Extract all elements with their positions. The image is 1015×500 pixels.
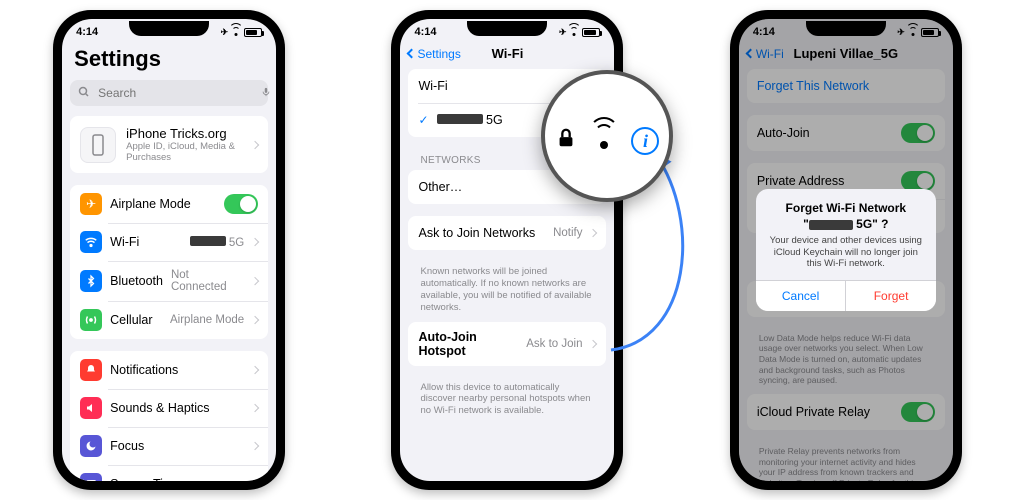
- footer-hotspot: Allow this device to automatically disco…: [408, 378, 606, 426]
- status-bar: 4:14 ✈︎: [62, 19, 276, 42]
- focus-icon: [80, 435, 102, 457]
- chevron-right-icon: [251, 366, 259, 374]
- sounds-icon: [80, 397, 102, 419]
- chevron-right-icon: [251, 140, 259, 148]
- page-title: Wi-Fi: [492, 46, 524, 61]
- nav-bar: Settings Wi-Fi: [400, 42, 614, 69]
- status-time: 4:14: [414, 26, 436, 38]
- row-airplane-mode[interactable]: ✈︎ Airplane Mode: [70, 185, 268, 223]
- chevron-right-icon: [251, 238, 259, 246]
- wifi-value: 5G: [190, 236, 245, 249]
- row-focus[interactable]: Focus: [70, 427, 268, 465]
- footer-ask: Known networks will be joined automatica…: [408, 262, 606, 322]
- airplane-toggle[interactable]: [224, 194, 258, 214]
- phone-network-detail: 4:14 ✈︎ Wi-Fi Lupeni Villae_5G Forget Th…: [730, 10, 962, 490]
- row-auto-join-hotspot[interactable]: Auto-Join Hotspot Ask to Join: [408, 322, 606, 366]
- row-sounds[interactable]: Sounds & Haptics: [70, 389, 268, 427]
- chevron-left-icon: [407, 49, 417, 59]
- phone-wifi-list: 4:14 ✈︎ Settings Wi-Fi Wi-Fi ✓: [391, 10, 623, 490]
- chevron-right-icon: [589, 229, 597, 237]
- airplane-icon: ✈︎: [559, 27, 567, 38]
- row-wifi[interactable]: Wi-Fi 5G: [70, 223, 268, 261]
- status-right: ✈︎: [221, 27, 263, 38]
- cellular-icon: [80, 309, 102, 331]
- dialog-scrim: Forget Wi-Fi Network " 5G" ? Your device…: [739, 19, 953, 481]
- row-notifications[interactable]: Notifications: [70, 351, 268, 389]
- status-time: 4:14: [76, 26, 98, 38]
- airplane-icon: ✈︎: [80, 193, 102, 215]
- chevron-right-icon: [251, 480, 259, 481]
- apple-id-sub: Apple ID, iCloud, Media & Purchases: [126, 141, 242, 163]
- chevron-right-icon: [251, 404, 259, 412]
- lock-icon: [555, 125, 577, 157]
- row-cellular[interactable]: Cellular Airplane Mode: [70, 301, 268, 339]
- checkmark-icon: ✓: [418, 113, 428, 127]
- battery-icon: [244, 28, 262, 37]
- row-bluetooth[interactable]: Bluetooth Not Connected: [70, 261, 268, 301]
- chevron-right-icon: [251, 442, 259, 450]
- notifications-icon: [80, 359, 102, 381]
- apple-id-name: iPhone Tricks.org: [126, 126, 242, 141]
- search-input[interactable]: [96, 85, 255, 101]
- dialog-cancel-button[interactable]: Cancel: [756, 281, 846, 311]
- phone-settings: 4:14 ✈︎ Settings: [53, 10, 285, 490]
- screen-time-icon: [80, 473, 102, 481]
- wifi-icon: [80, 231, 102, 253]
- mic-icon[interactable]: [261, 86, 271, 101]
- row-screen-time[interactable]: Screen Time: [70, 465, 268, 481]
- forget-dialog: Forget Wi-Fi Network " 5G" ? Your device…: [756, 189, 936, 312]
- wifi-icon: [569, 28, 579, 36]
- chevron-right-icon: [251, 316, 259, 324]
- dialog-forget-button[interactable]: Forget: [845, 281, 936, 311]
- avatar: [80, 127, 116, 163]
- dialog-message: Your device and other devices using iClo…: [766, 235, 926, 271]
- dialog-title: Forget Wi-Fi Network " 5G" ?: [766, 201, 926, 231]
- battery-icon: [582, 28, 600, 37]
- magnifier-callout: i: [541, 70, 673, 202]
- bluetooth-icon: [80, 270, 102, 292]
- chevron-right-icon: [251, 277, 259, 285]
- search-icon: [78, 86, 90, 101]
- search-field[interactable]: [70, 80, 268, 106]
- row-ask-to-join[interactable]: Ask to Join Networks Notify: [408, 216, 606, 250]
- info-icon[interactable]: i: [631, 127, 659, 155]
- apple-id-row[interactable]: iPhone Tricks.org Apple ID, iCloud, Medi…: [70, 116, 268, 173]
- back-button[interactable]: Settings: [408, 47, 460, 61]
- wifi-icon: [231, 28, 241, 36]
- chevron-right-icon: [589, 339, 597, 347]
- wifi-signal-icon: [591, 131, 617, 151]
- status-bar: 4:14 ✈︎: [400, 19, 614, 42]
- page-title: Settings: [74, 46, 264, 72]
- airplane-icon: ✈︎: [221, 27, 229, 38]
